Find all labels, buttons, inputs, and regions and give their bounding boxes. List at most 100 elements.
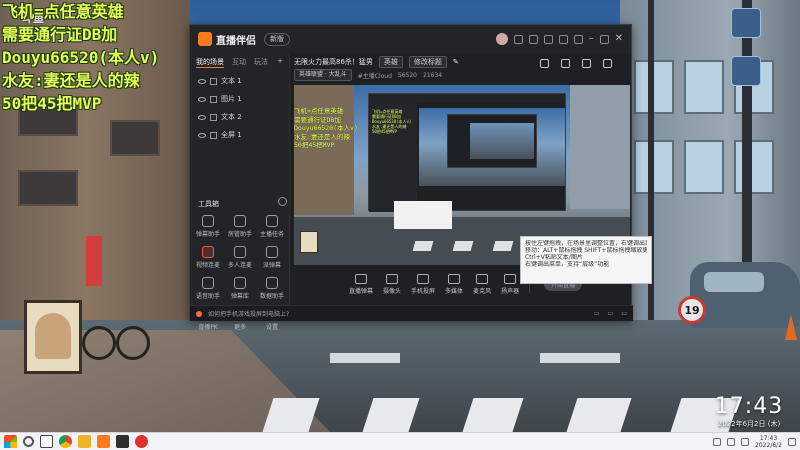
edit-icon[interactable]: ✎ [453, 58, 459, 66]
scene-item[interactable]: 图片 1 [190, 90, 289, 108]
file-explorer-icon[interactable] [78, 435, 91, 448]
live-danmaku-button[interactable]: 直播弹幕 [349, 273, 373, 295]
tool-item[interactable]: 语音助手 [192, 277, 224, 300]
refresh-icon[interactable] [278, 197, 287, 206]
screenshot-icon[interactable] [582, 59, 591, 68]
phone-icon [417, 273, 430, 284]
media-icon [448, 273, 461, 284]
app-logo-icon [198, 32, 212, 46]
tool-item[interactable]: 房管助手 [224, 215, 256, 238]
help-tooltip: 按住左键拖拽，在场景里调整位置，右键调出菜单 移动：ALT+鼠标拖拽 SHIFT… [520, 236, 652, 284]
notice-text[interactable]: 如何把手机游戏投屏到电脑上? [208, 309, 289, 318]
label-app-icon[interactable] [116, 435, 129, 448]
tray-arrow-icon[interactable] [713, 437, 722, 446]
tool-label: 直播PK [198, 324, 218, 331]
record-icon[interactable] [561, 59, 570, 68]
admin-icon [234, 215, 246, 227]
scene-item[interactable]: 文本 1 [190, 72, 289, 90]
maximize-icon[interactable] [599, 34, 609, 44]
preview-tooltip-capture [394, 201, 452, 229]
eye-icon[interactable] [198, 96, 206, 102]
microphone-button[interactable]: 麦克风 [473, 273, 491, 295]
task-view-icon[interactable] [40, 435, 53, 448]
scene-item[interactable]: 全屏 1 [190, 126, 289, 144]
taskbar-clock[interactable]: 17:43 2022/6/2 [755, 435, 782, 449]
network-icon[interactable] [727, 437, 736, 446]
version-badge[interactable]: 新版 [264, 32, 290, 46]
preview-overlay-text: 飞机=点任意英雄 需要通行证DB加 Douyu66520(本人v) 水友:妻还是… [294, 107, 358, 149]
volume-icon[interactable] [741, 437, 750, 446]
tab-play[interactable]: 玩法 [254, 57, 268, 68]
notification-icon[interactable] [788, 437, 796, 446]
vending-sign [86, 236, 102, 286]
avatar[interactable] [495, 33, 508, 45]
gift-icon[interactable] [513, 34, 523, 44]
lock-icon[interactable] [540, 59, 549, 68]
room-number: 56520 [397, 71, 417, 79]
app-titlebar[interactable]: 直播伴侣 新版 – ✕ [190, 25, 631, 53]
room-stats-row: 英雄联盟 · 大乱斗 #主播Cloud 56520 21634 [294, 69, 630, 81]
video-call-icon [202, 246, 214, 258]
tooltip-line: 右键调出菜单，支持“层级”功能 [525, 261, 610, 268]
danmaku-icon [355, 273, 367, 284]
tool-item[interactable]: 多人连麦 [224, 246, 256, 269]
camera-button[interactable]: 摄像头 [383, 273, 401, 295]
menu-icon[interactable] [573, 34, 583, 44]
street-poster [24, 300, 82, 374]
tool-item[interactable]: 数据助手 [256, 277, 288, 300]
parked-car [690, 262, 800, 328]
toolbox-header: 工具箱 [198, 200, 219, 208]
desktop-shortcut[interactable] [724, 8, 768, 38]
settings-icon[interactable] [558, 34, 568, 44]
nested-app-capture [447, 114, 537, 168]
scene-item[interactable]: 文本 2 [190, 108, 289, 126]
tool-item[interactable]: 派弹幕 [256, 246, 288, 269]
skin-icon[interactable] [543, 34, 553, 44]
tool-item[interactable]: 主播任务 [256, 215, 288, 238]
notice-bar[interactable]: 如何把手机游戏投屏到电脑上? ▭ ▭ ▭ [190, 305, 633, 321]
category-pill[interactable]: 英雄 [378, 56, 403, 68]
desktop-shortcut[interactable] [724, 56, 768, 86]
add-scene-icon[interactable]: + [277, 57, 283, 68]
streamer-app-icon[interactable] [97, 435, 110, 448]
tab-interact[interactable]: 互动 [232, 57, 246, 68]
tooltip-line: 移动：ALT+鼠标拖拽 SHIFT+鼠标拖拽缩放更精确 [525, 247, 647, 254]
eye-icon[interactable] [198, 78, 206, 84]
scene-item-label: 图片 1 [221, 95, 242, 103]
preview-poster [300, 231, 318, 253]
tool-item[interactable]: 视频连麦 [192, 246, 224, 269]
message-icon[interactable] [528, 34, 538, 44]
tool-label: 语音助手 [195, 293, 220, 300]
close-icon[interactable]: ✕ [615, 34, 623, 44]
start-icon[interactable] [4, 435, 17, 448]
edit-title-button[interactable]: 修改标题 [408, 56, 447, 68]
game-pill[interactable]: 英雄联盟 · 大乱斗 [294, 69, 352, 81]
search-icon[interactable] [23, 436, 34, 447]
overlay-line: 飞机=点任意英雄 [2, 2, 124, 21]
clock-date: 2022年6月2日 (木) [717, 420, 781, 428]
multi-call-icon [234, 246, 246, 258]
eye-icon[interactable] [198, 132, 206, 138]
image-source-icon [210, 95, 217, 103]
tooltip-line: Ctrl+V粘贴文本/图片 [525, 254, 583, 261]
minimize-icon[interactable]: – [589, 34, 594, 44]
phone-cast-button[interactable]: 手机投屏 [411, 273, 435, 295]
cpu-icon: ▭ [593, 310, 600, 317]
tool-item[interactable]: 弹幕助手 [192, 215, 224, 238]
streamer-name: #主播Cloud [357, 72, 392, 80]
tool-label: 弹幕助手 [195, 231, 220, 238]
eye-icon[interactable] [198, 114, 206, 120]
danmaku-lib-icon [234, 277, 246, 289]
chrome-icon[interactable] [59, 435, 72, 448]
media-button[interactable]: 多媒体 [445, 273, 463, 295]
network-icon: ▭ [607, 310, 614, 317]
tab-my-scenes[interactable]: 我的场景 [196, 57, 224, 68]
tool-label: 房管助手 [227, 231, 252, 238]
speaker-icon [504, 273, 517, 284]
speaker-button[interactable]: 扬声器 [501, 273, 519, 295]
douyu-icon[interactable] [135, 435, 148, 448]
layout-icon[interactable] [603, 59, 612, 68]
tool-item[interactable]: 弹幕库 [224, 277, 256, 300]
scene-item-label: 文本 2 [221, 113, 242, 121]
tool-label: 派弹幕 [262, 262, 281, 269]
